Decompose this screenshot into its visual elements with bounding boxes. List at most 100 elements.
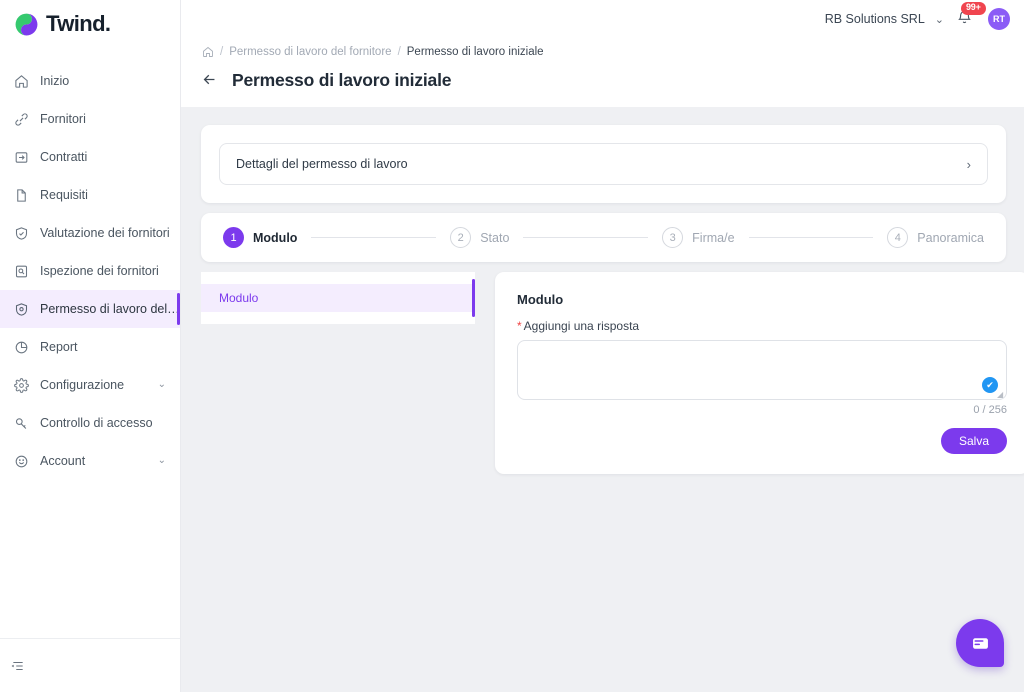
form-board: Modulo Modulo * Aggiungi una risposta ✔ ◢ bbox=[201, 272, 1024, 474]
sidebar-nav: Inizio Fornitori Contratti Requisiti Val… bbox=[0, 62, 180, 480]
shield-permit-icon bbox=[14, 302, 29, 317]
sidebar-item-label: Ispezione dei fornitori bbox=[40, 264, 159, 278]
sidebar-item-label: Contratti bbox=[40, 150, 88, 164]
twind-swirl-logo-icon bbox=[14, 12, 39, 37]
sidebar: Twind. Inizio Fornitori Contratti Requis… bbox=[0, 0, 181, 692]
sidebar-item-label: Configurazione bbox=[40, 378, 125, 392]
module-form-card: Modulo * Aggiungi una risposta ✔ ◢ 0 / 25… bbox=[495, 272, 1024, 474]
chevron-right-icon: › bbox=[966, 156, 971, 172]
sidebar-item-permesso-di-lavoro-del-fornitore[interactable]: Permesso di lavoro del f... bbox=[0, 290, 180, 328]
shield-check-icon bbox=[14, 226, 29, 241]
chat-message-icon bbox=[970, 633, 991, 654]
sidebar-item-label: Account bbox=[40, 454, 86, 468]
step-modulo[interactable]: 1 Modulo bbox=[223, 227, 297, 248]
sidebar-item-account[interactable]: Account ⌄ bbox=[0, 442, 180, 480]
notification-count-badge: 99+ bbox=[961, 2, 986, 15]
page-title: Permesso di lavoro iniziale bbox=[232, 70, 452, 90]
chevron-down-icon[interactable]: ⌄ bbox=[158, 456, 166, 466]
key-icon bbox=[14, 416, 29, 431]
required-asterisk: * bbox=[517, 319, 522, 333]
step-label: Panoramica bbox=[917, 230, 984, 245]
sidebar-item-configurazione[interactable]: Configurazione ⌄ bbox=[0, 366, 180, 404]
chevron-down-icon: ⌄ bbox=[934, 13, 944, 26]
content-inner: Dettagli del permesso di lavoro › 1 Modu… bbox=[181, 107, 1024, 474]
smiley-icon bbox=[14, 454, 29, 469]
home-icon[interactable] bbox=[202, 46, 214, 58]
step-panoramica[interactable]: 4 Panoramica bbox=[887, 227, 984, 248]
character-counter: 0 / 256 bbox=[973, 404, 1007, 416]
chat-widget-button[interactable] bbox=[956, 619, 1004, 667]
sidebar-item-label: Requisiti bbox=[40, 188, 88, 202]
topbar: RB Solutions SRL ⌄ 99+ RT bbox=[181, 0, 1024, 38]
work-permit-details-accordion[interactable]: Dettagli del permesso di lavoro › bbox=[219, 143, 988, 185]
step-label: Firma/e bbox=[692, 230, 735, 245]
step-number: 2 bbox=[450, 227, 472, 248]
sidebar-item-report[interactable]: Report bbox=[0, 328, 180, 366]
title-row: Permesso di lavoro iniziale bbox=[181, 58, 1024, 107]
sidebar-item-contratti[interactable]: Contratti bbox=[0, 138, 180, 176]
form-title: Modulo bbox=[517, 292, 564, 307]
notifications-button[interactable]: 99+ bbox=[956, 2, 986, 29]
step-connector bbox=[748, 237, 874, 238]
step-stato[interactable]: 2 Stato bbox=[450, 227, 509, 248]
arrow-left-icon[interactable] bbox=[201, 71, 218, 91]
sidebar-item-valutazione-dei-fornitori[interactable]: Valutazione dei fornitori bbox=[0, 214, 180, 252]
brand-name: Twind. bbox=[46, 11, 111, 36]
answer-field-label: * Aggiungi una risposta bbox=[517, 319, 1007, 333]
contract-icon bbox=[14, 150, 29, 165]
save-button[interactable]: Salva bbox=[940, 428, 1007, 454]
sidebar-item-controllo-di-accesso[interactable]: Controllo di accesso bbox=[0, 404, 180, 442]
breadcrumb-parent[interactable]: Permesso di lavoro del fornitore bbox=[229, 46, 391, 58]
app-root: Twind. Inizio Fornitori Contratti Requis… bbox=[0, 0, 1024, 692]
step-firma[interactable]: 3 Firma/e bbox=[662, 227, 735, 248]
sidebar-footer bbox=[0, 638, 180, 692]
subnav-item-modulo[interactable]: Modulo bbox=[201, 279, 475, 317]
sidebar-item-ispezione-dei-fornitori[interactable]: Ispezione dei fornitori bbox=[0, 252, 180, 290]
org-name: RB Solutions SRL bbox=[824, 12, 925, 26]
sidebar-item-label: Inizio bbox=[40, 74, 70, 88]
progress-stepper: 1 Modulo 2 Stato 3 Firma/e 4 Panoramica bbox=[223, 227, 984, 248]
resize-handle[interactable]: ◢ bbox=[997, 391, 1005, 399]
gear-icon bbox=[14, 377, 29, 393]
avatar[interactable]: RT bbox=[988, 8, 1010, 30]
breadcrumb-separator: / bbox=[397, 46, 401, 58]
step-connector bbox=[311, 237, 437, 238]
details-panel-card: Dettagli del permesso di lavoro › bbox=[201, 125, 1006, 203]
accordion-label: Dettagli del permesso di lavoro bbox=[236, 157, 408, 171]
chevron-down-icon[interactable]: ⌄ bbox=[158, 380, 166, 390]
check-circle-icon: ✔ bbox=[982, 377, 998, 393]
form-actions: Salva bbox=[517, 428, 1007, 454]
answer-textarea[interactable] bbox=[517, 340, 1007, 400]
sidebar-item-fornitori[interactable]: Fornitori bbox=[0, 100, 180, 138]
content-area: Dettagli del permesso di lavoro › 1 Modu… bbox=[181, 107, 1024, 692]
link-icon bbox=[14, 112, 29, 127]
step-label: Modulo bbox=[253, 230, 298, 245]
main-area: RB Solutions SRL ⌄ 99+ RT / Permesso di … bbox=[181, 0, 1024, 692]
answer-input-wrapper: ✔ ◢ bbox=[517, 340, 1007, 400]
breadcrumb-current: Permesso di lavoro iniziale bbox=[406, 46, 544, 58]
sidebar-item-requisiti[interactable]: Requisiti bbox=[0, 176, 180, 214]
step-connector bbox=[523, 237, 649, 238]
page-header: / Permesso di lavoro del fornitore / Per… bbox=[181, 38, 1024, 107]
step-label: Stato bbox=[480, 230, 510, 245]
breadcrumb: / Permesso di lavoro del fornitore / Per… bbox=[181, 38, 1024, 58]
step-number: 1 bbox=[223, 227, 244, 248]
step-number: 3 bbox=[662, 227, 684, 248]
stepper-card: 1 Modulo 2 Stato 3 Firma/e 4 Panoramica bbox=[201, 213, 1006, 262]
brand-logo[interactable]: Twind. bbox=[0, 0, 180, 48]
sidebar-item-label: Controllo di accesso bbox=[40, 416, 153, 430]
sidebar-item-label: Valutazione dei fornitori bbox=[40, 226, 170, 240]
org-selector[interactable]: RB Solutions SRL ⌄ bbox=[825, 12, 944, 26]
step-number: 4 bbox=[887, 227, 909, 248]
pie-chart-icon bbox=[14, 340, 29, 355]
sidebar-item-label: Fornitori bbox=[40, 112, 86, 126]
answer-label-text: Aggiungi una risposta bbox=[523, 319, 640, 333]
collapse-sidebar-icon[interactable] bbox=[11, 659, 25, 673]
breadcrumb-separator: / bbox=[220, 46, 224, 58]
home-icon bbox=[14, 74, 29, 89]
sidebar-item-label: Permesso di lavoro del f... bbox=[40, 302, 180, 316]
form-subnav: Modulo bbox=[201, 272, 475, 324]
sidebar-item-label: Report bbox=[40, 340, 78, 354]
inspection-icon bbox=[14, 264, 29, 279]
sidebar-item-inizio[interactable]: Inizio bbox=[0, 62, 180, 100]
